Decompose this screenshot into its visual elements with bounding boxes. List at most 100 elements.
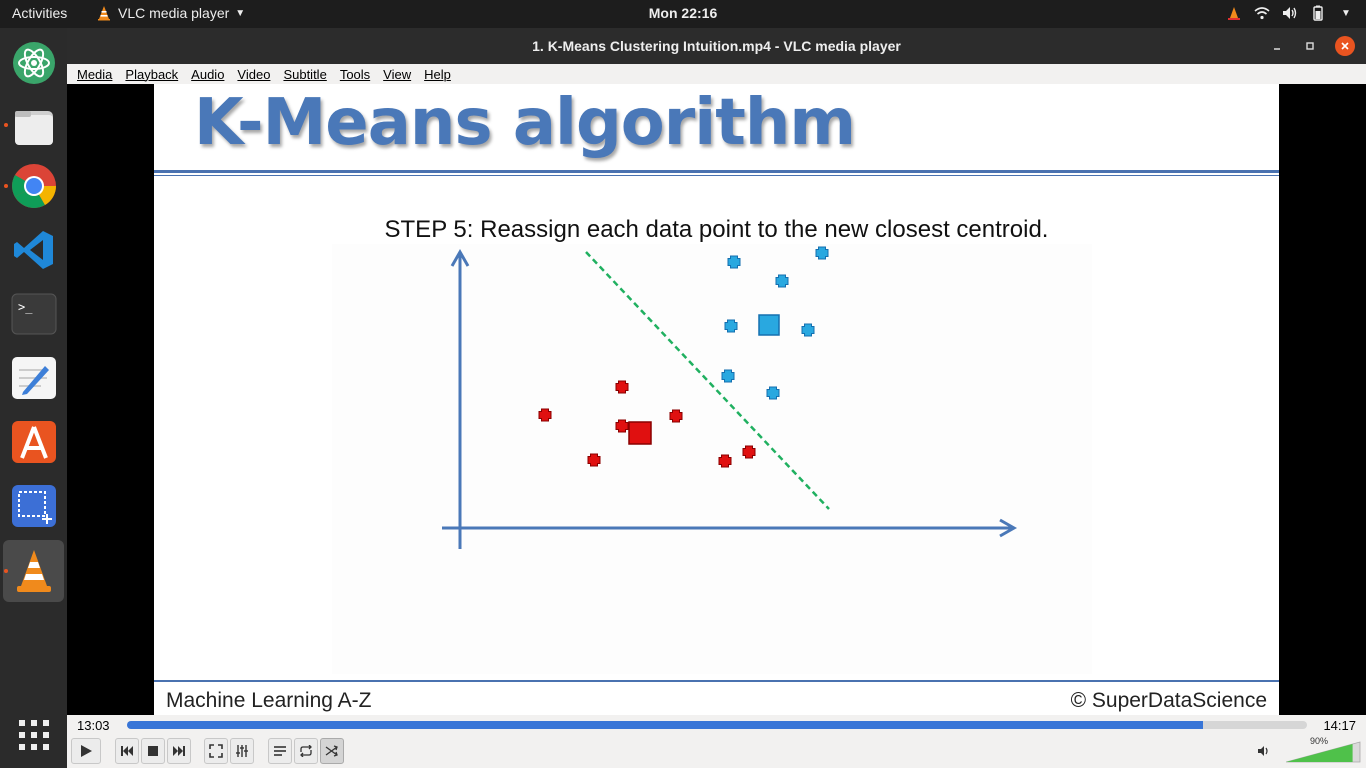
elapsed-time[interactable]: 13:03 [77,718,110,733]
minimize-button[interactable] [1267,36,1287,56]
clock[interactable]: Mon 22:16 [0,5,1366,21]
vlc-window: 1. K-Means Clustering Intuition.mp4 - VL… [67,28,1366,768]
close-button[interactable] [1335,36,1355,56]
screenshot-icon [11,485,56,527]
blue-centroid [758,314,780,336]
stop-button[interactable] [141,738,165,764]
system-menu-chevron-icon[interactable]: ▼ [1338,4,1354,22]
dock-vscode[interactable] [3,219,64,281]
atom-icon [12,42,55,84]
menu-playback[interactable]: Playback [125,67,178,82]
title-rule-thin [154,175,1279,176]
fullscreen-icon [209,744,223,758]
vscode-icon [13,231,53,269]
shuffle-button[interactable] [320,738,344,764]
dock-software[interactable] [3,411,64,473]
menu-video[interactable]: Video [237,67,270,82]
step-line-1: STEP 5: Reassign each data point to the … [154,216,1279,244]
running-indicator [4,123,8,127]
dock: >_ [0,28,67,768]
top-bar: Activities VLC media player ▼ Mon 22:16 … [0,0,1366,28]
seek-fill [127,721,1204,729]
dock-vlc[interactable] [3,540,64,602]
menu-tools[interactable]: Tools [340,67,370,82]
slide-frame: K-Means algorithm STEP 5: Reassign each … [154,84,1279,715]
terminal-icon: >_ [11,293,56,335]
files-icon [14,111,53,145]
system-tray[interactable]: ▼ [1226,4,1354,22]
total-time[interactable]: 14:17 [1323,718,1356,733]
shuffle-icon [325,745,338,757]
blue-data-point [815,246,829,260]
maximize-button[interactable] [1300,36,1320,56]
volume-icon [1282,4,1298,22]
menu-bar: Media Playback Audio Video Subtitle Tool… [67,64,1366,84]
mute-button[interactable] [1255,738,1273,764]
close-icon [1341,42,1349,50]
text-editor-icon [11,357,56,399]
menu-view[interactable]: View [383,67,411,82]
red-centroid [628,421,652,445]
dock-app-grid[interactable] [3,704,64,766]
red-data-point [538,408,552,422]
stop-icon [148,746,158,756]
vlc-tray-icon[interactable] [1226,4,1242,22]
window-title: 1. K-Means Clustering Intuition.mp4 - VL… [532,38,901,54]
footer-copyright: © SuperDataScience [1070,689,1267,712]
next-button[interactable] [167,738,191,764]
maximize-icon [1306,42,1314,50]
seek-row: 13:03 14:17 [67,715,1366,735]
red-data-point [718,454,732,468]
menu-help[interactable]: Help [424,67,451,82]
volume-slider[interactable] [1286,741,1361,763]
software-center-icon [11,421,56,463]
app-grid-icon [18,720,49,750]
title-bar[interactable]: 1. K-Means Clustering Intuition.mp4 - VL… [67,28,1366,64]
dock-files[interactable] [3,96,64,158]
video-area[interactable]: K-Means algorithm STEP 5: Reassign each … [67,84,1366,715]
blue-data-point [775,274,789,288]
previous-button[interactable] [115,738,139,764]
play-button[interactable] [71,738,101,764]
running-indicator [4,184,8,188]
dock-screenshot[interactable] [3,475,64,537]
menu-subtitle[interactable]: Subtitle [283,67,326,82]
chrome-icon [11,164,56,208]
fullscreen-button[interactable] [204,738,228,764]
extended-settings-button[interactable] [230,738,254,764]
menu-audio[interactable]: Audio [191,67,224,82]
loop-button[interactable] [294,738,318,764]
blue-data-point [727,255,741,269]
seek-bar[interactable] [127,721,1307,729]
play-icon [81,745,92,757]
dock-atom[interactable] [3,32,64,94]
red-data-point [587,453,601,467]
menu-media[interactable]: Media [77,67,112,82]
dock-terminal[interactable]: >_ [3,283,64,345]
loop-icon [300,745,312,757]
dock-chrome[interactable] [3,155,64,217]
speaker-icon [1258,746,1268,756]
kmeans-plot [332,244,1092,674]
controls-row: 90% [67,735,1366,768]
blue-data-point [766,386,780,400]
footer-rule [154,680,1279,682]
running-indicator [4,569,8,573]
red-data-point [615,419,629,433]
red-data-point [742,445,756,459]
footer-course: Machine Learning A-Z [166,689,372,712]
dock-text-editor[interactable] [3,347,64,409]
minimize-icon [1274,48,1280,50]
battery-icon [1310,4,1326,22]
blue-data-point [724,319,738,333]
red-data-point [615,380,629,394]
skip-back-icon [121,746,133,756]
wifi-icon [1254,4,1270,22]
playlist-button[interactable] [268,738,292,764]
title-rule [154,170,1279,173]
skip-forward-icon [173,746,185,756]
playlist-icon [274,746,286,756]
equalizer-icon [236,745,248,757]
red-data-point [669,409,683,423]
vlc-icon [16,550,51,592]
